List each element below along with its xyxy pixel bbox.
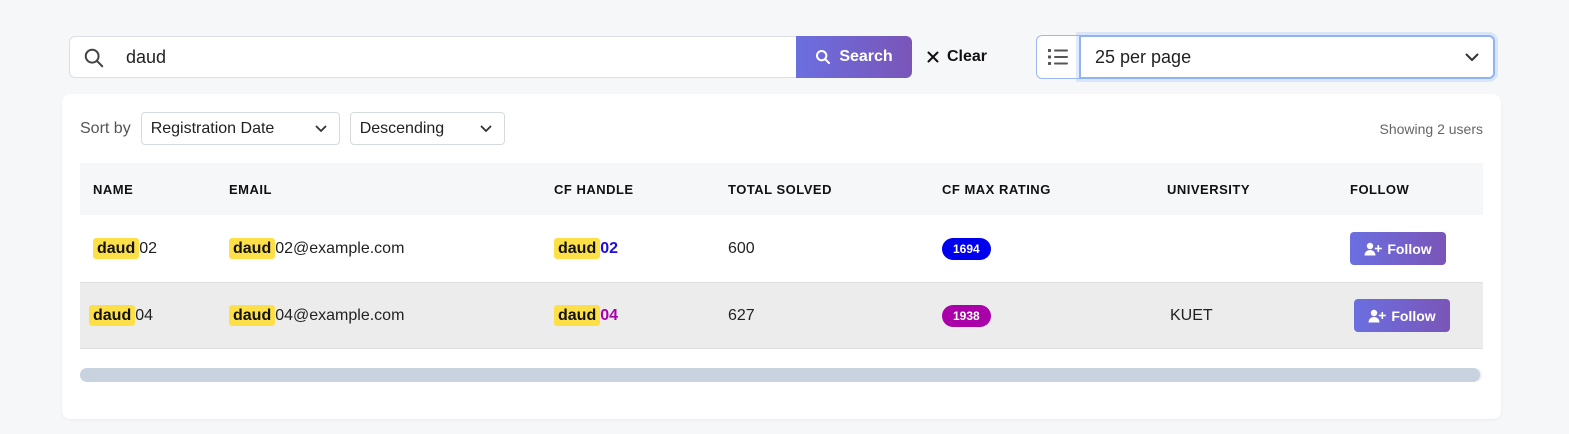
per-page-icon-box <box>1036 35 1079 79</box>
result-count: Showing 2 users <box>1379 120 1483 137</box>
chevron-down-icon <box>1465 53 1479 61</box>
users-table: NAME EMAIL CF HANDLE TOTAL SOLVED CF MAX… <box>80 163 1483 349</box>
name-rest: 02 <box>139 239 158 257</box>
name-cell: daud 02 <box>80 237 229 259</box>
email-rest: 02@example.com <box>275 239 405 257</box>
column-header-email[interactable]: EMAIL <box>229 182 554 197</box>
table-row: daud 04 daud 04@example.com daud 04 627 193… <box>80 282 1483 349</box>
search-icon <box>84 48 104 68</box>
sort-field-select[interactable]: Registration Date <box>140 112 340 145</box>
search-highlight: daud <box>554 304 601 326</box>
clear-button-label: Clear <box>947 48 988 65</box>
sort-field-value: Registration Date <box>150 119 275 137</box>
column-header-cf-handle[interactable]: CF HANDLE <box>554 182 728 197</box>
rating-cell: 1694 <box>942 237 1167 260</box>
search-group: Search <box>69 36 912 78</box>
name-rest: 04 <box>135 306 154 324</box>
follow-cell: Follow <box>1350 299 1483 332</box>
close-icon <box>927 51 939 63</box>
follow-cell: Follow <box>1350 232 1483 265</box>
follow-label: Follow <box>1391 307 1436 324</box>
column-header-total-solved[interactable]: TOTAL SOLVED <box>728 182 942 197</box>
rating-cell: 1938 <box>942 304 1167 327</box>
search-box[interactable] <box>69 36 796 78</box>
clear-button[interactable]: Clear <box>927 36 987 78</box>
column-header-follow: FOLLOW <box>1350 181 1410 197</box>
column-header-cf-max-rating[interactable]: CF MAX RATING <box>942 182 1167 197</box>
search-icon <box>816 50 831 64</box>
user-plus-icon <box>1368 309 1387 322</box>
per-page-select[interactable]: 25 per page <box>1079 35 1495 79</box>
rating-badge: 1938 <box>942 304 991 327</box>
search-highlight: daud <box>229 304 276 326</box>
chevron-down-icon <box>480 125 492 132</box>
email-cell: daud 04@example.com <box>229 304 554 326</box>
search-button[interactable]: Search <box>796 36 912 78</box>
email-rest: 04@example.com <box>275 306 405 324</box>
search-highlight: daud <box>229 237 276 259</box>
search-highlight: daud <box>554 237 601 259</box>
rating-badge: 1694 <box>942 237 991 260</box>
users-card: Sort by Registration Date Descending Sho… <box>62 94 1501 419</box>
university-cell: KUET <box>1170 306 1213 324</box>
handle-rest: 04 <box>600 306 619 324</box>
table-row: daud 02 daud 02@example.com daud 02 600 169… <box>80 215 1483 282</box>
sort-row: Sort by Registration Date Descending Sho… <box>80 112 1483 145</box>
follow-button[interactable]: Follow <box>1354 299 1450 332</box>
name-cell: daud 04 <box>80 304 229 326</box>
sort-order-value: Descending <box>359 119 445 137</box>
search-toolbar: Search Clear 25 per page <box>69 35 1495 79</box>
sort-order-select[interactable]: Descending <box>349 112 505 145</box>
chevron-down-icon <box>315 125 327 132</box>
per-page-control: 25 per page <box>1036 35 1495 79</box>
search-input[interactable] <box>126 37 776 77</box>
cf-handle-link[interactable]: daud 02 <box>554 237 728 259</box>
list-icon <box>1048 49 1068 65</box>
table-header: NAME EMAIL CF HANDLE TOTAL SOLVED CF MAX… <box>80 163 1483 215</box>
search-highlight: daud <box>93 237 140 259</box>
sort-label: Sort by <box>80 119 131 137</box>
column-header-university[interactable]: UNIVERSITY <box>1167 182 1350 197</box>
horizontal-scrollbar[interactable] <box>80 368 1482 382</box>
cf-handle-link[interactable]: daud 04 <box>554 304 728 326</box>
column-header-name[interactable]: NAME <box>80 182 229 197</box>
handle-rest: 02 <box>600 239 619 257</box>
follow-button[interactable]: Follow <box>1350 232 1446 265</box>
email-cell: daud 02@example.com <box>229 237 554 259</box>
per-page-value: 25 per page <box>1095 46 1192 67</box>
total-solved-cell: 600 <box>728 239 755 257</box>
user-plus-icon <box>1364 242 1383 255</box>
search-highlight: daud <box>89 304 136 326</box>
follow-label: Follow <box>1387 240 1432 257</box>
scrollbar-thumb[interactable] <box>80 368 1480 382</box>
search-button-label: Search <box>839 48 893 65</box>
total-solved-cell: 627 <box>728 306 755 324</box>
